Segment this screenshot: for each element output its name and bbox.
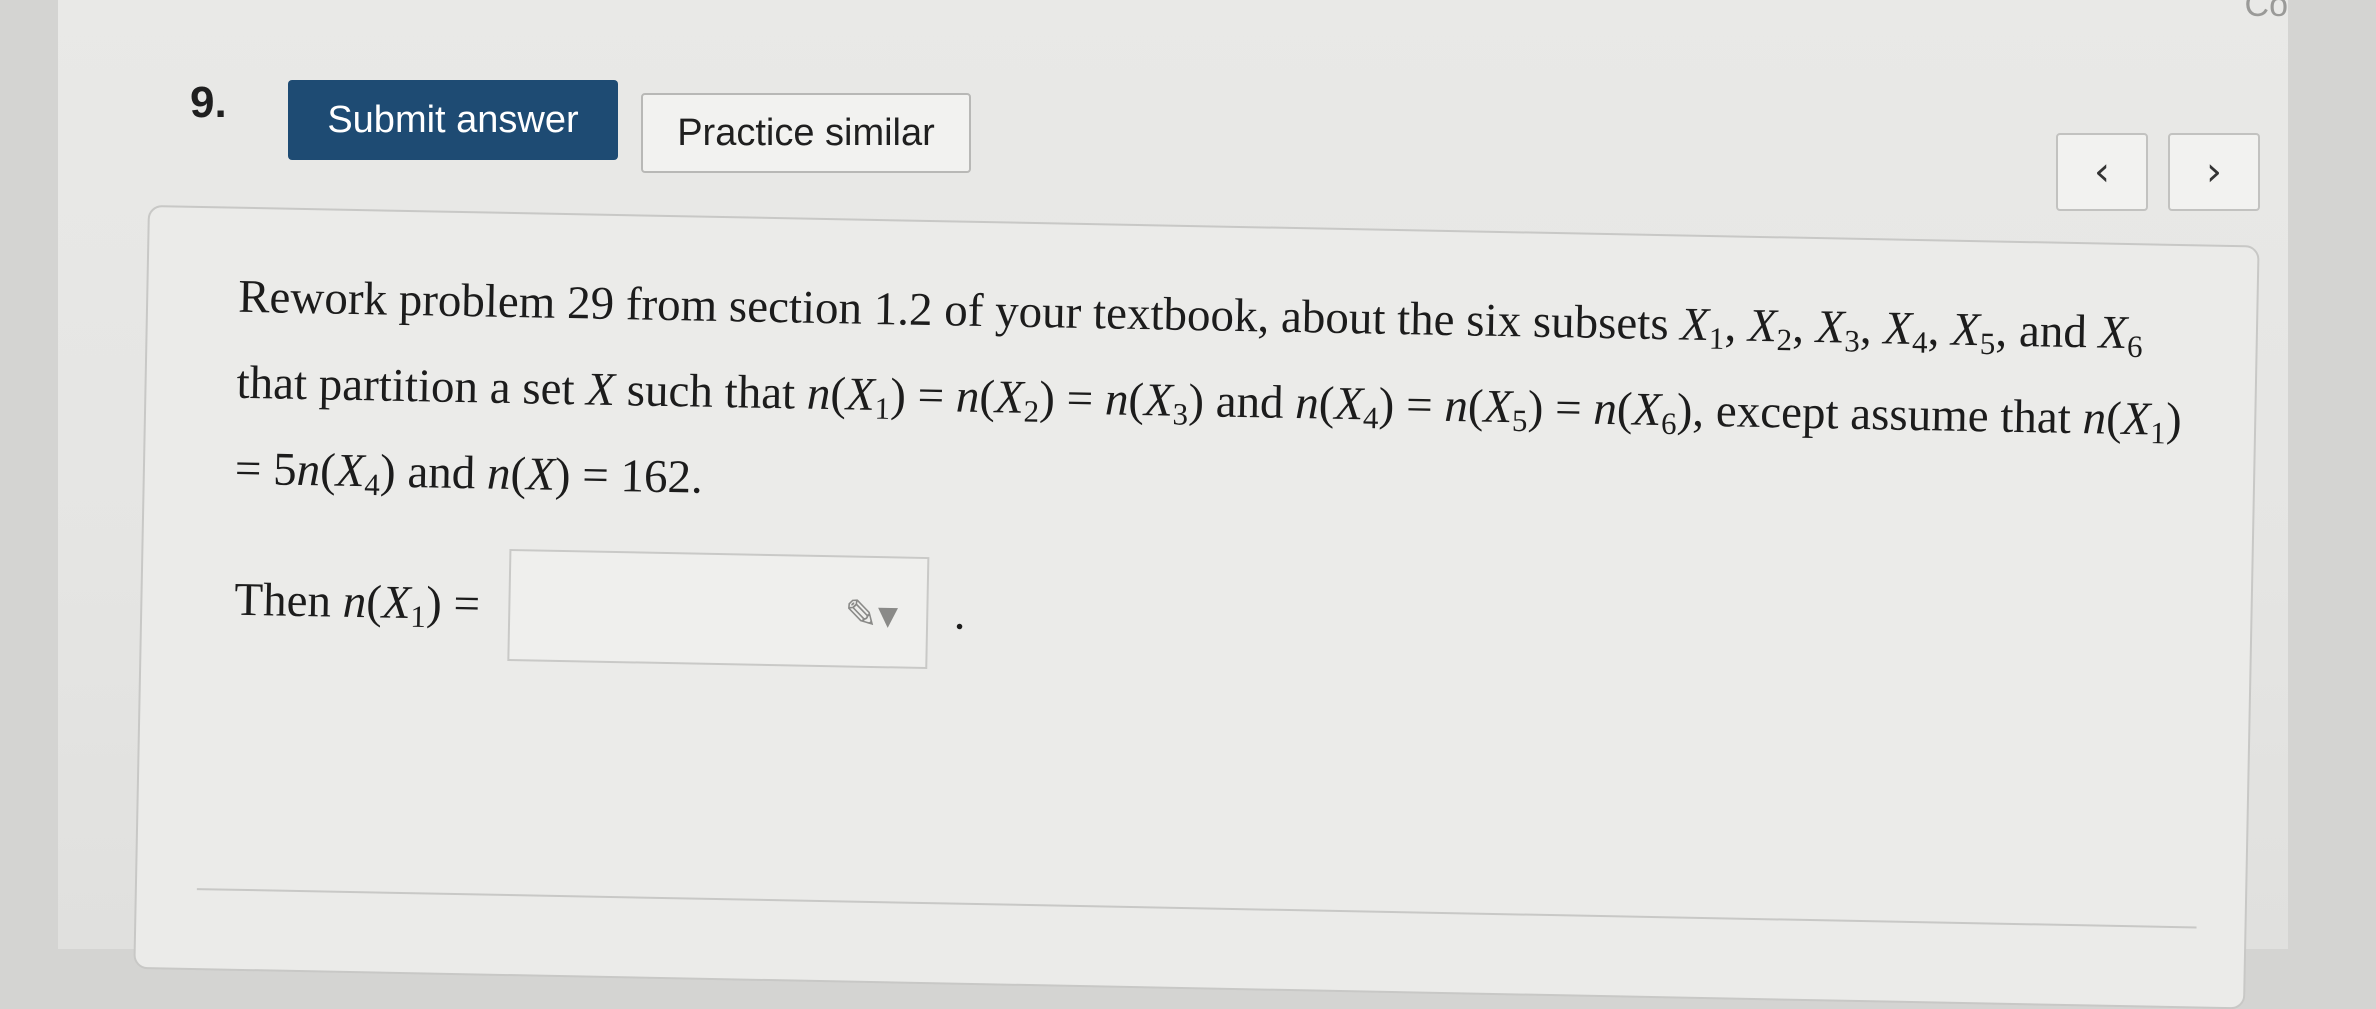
answer-prefix: Then n(X1) = (233, 573, 481, 635)
submit-answer-button[interactable]: Submit answer (288, 80, 618, 160)
question-card: Rework problem 29 from section 1.2 of yo… (133, 205, 2260, 1009)
page: Co 9. Submit answer Practice similar ‹ ›… (58, 0, 2288, 1009)
previous-question-button[interactable]: ‹ (2056, 133, 2148, 211)
chevron-left-icon: ‹ (2094, 149, 2110, 195)
corner-text: Co (2244, 0, 2288, 24)
divider (196, 888, 2197, 929)
question-number: 9. (190, 78, 227, 127)
answer-line: Then n(X1) = ✎▾ . (233, 544, 966, 670)
answer-suffix: . (953, 587, 967, 640)
next-question-button[interactable]: › (2168, 133, 2260, 211)
practice-similar-button[interactable]: Practice similar (641, 93, 971, 173)
answer-input[interactable]: ✎▾ (506, 548, 930, 670)
pencil-dropdown-icon[interactable]: ✎▾ (844, 591, 898, 638)
problem-text: Rework problem 29 from section 1.2 of yo… (234, 270, 2183, 504)
chevron-right-icon: › (2206, 149, 2222, 195)
